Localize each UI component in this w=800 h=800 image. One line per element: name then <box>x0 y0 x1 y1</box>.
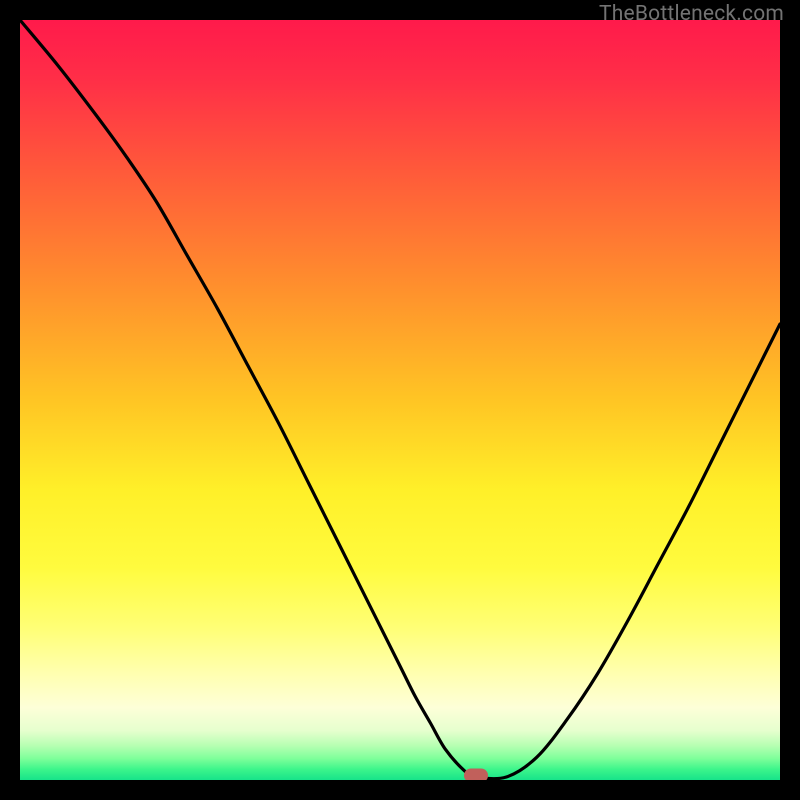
plot-area <box>20 20 780 780</box>
optimal-marker <box>464 768 488 780</box>
chart-frame: TheBottleneck.com <box>0 0 800 800</box>
watermark-text: TheBottleneck.com <box>599 2 784 26</box>
chart-svg <box>20 20 780 780</box>
